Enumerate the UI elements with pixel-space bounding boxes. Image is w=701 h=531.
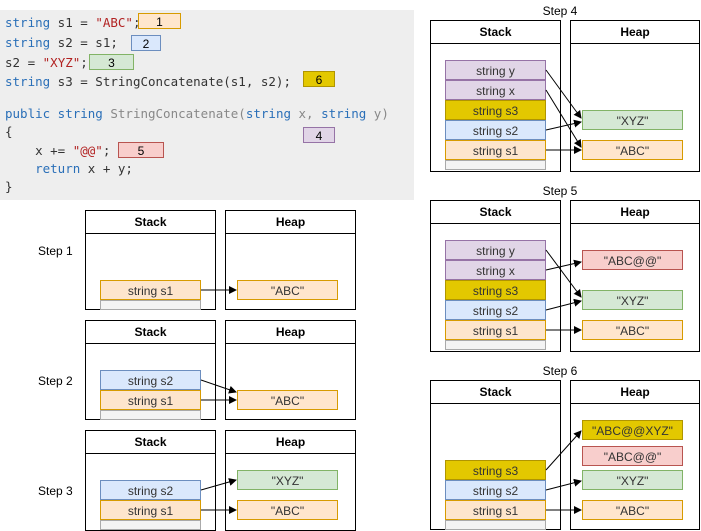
arrow-x-abc — [545, 89, 582, 148]
arrow-s2-xyz — [545, 298, 582, 311]
reference-arrows — [200, 69, 582, 514]
arrow-y-xyz — [545, 69, 582, 119]
arrow-s3-abcatxyz — [545, 430, 582, 471]
arrow-s2-xyz — [545, 119, 582, 131]
arrow-s2-xyz — [200, 478, 237, 491]
arrow-x-abcat — [545, 259, 582, 271]
arrow-s2-abc — [200, 379, 237, 394]
arrow-s2-xyz — [545, 478, 582, 491]
arrow-y-xyz — [545, 249, 582, 298]
